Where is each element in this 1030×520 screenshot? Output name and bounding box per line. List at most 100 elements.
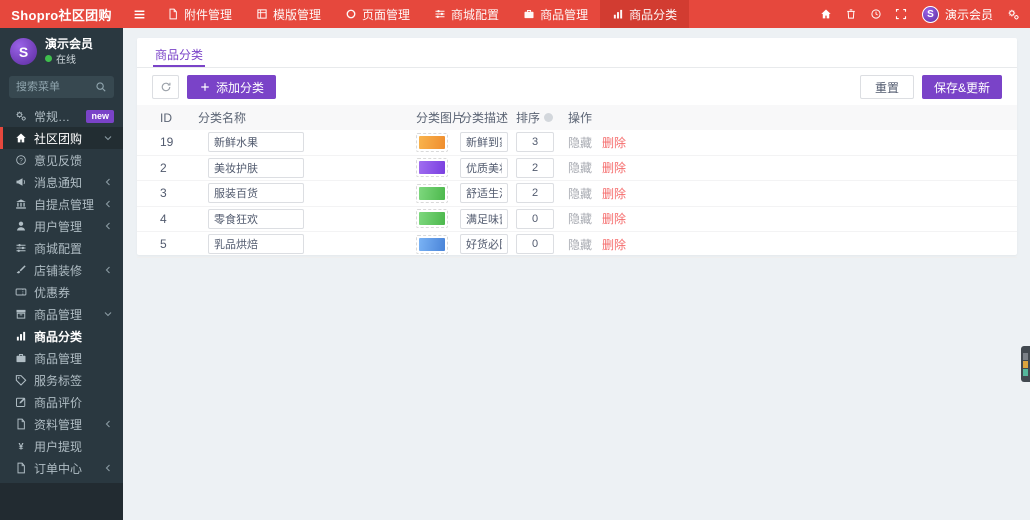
menu-search-input[interactable] <box>16 81 91 93</box>
id-cell: 4 <box>160 211 167 226</box>
settings-button[interactable] <box>1001 0 1026 28</box>
sidebar-item-goods-manage[interactable]: 商品管理 <box>0 347 123 369</box>
sidebar-item-service-tags[interactable]: 服务标签 <box>0 369 123 391</box>
category-image-thumb[interactable] <box>416 132 448 152</box>
delete-link[interactable]: 删除 <box>602 236 626 253</box>
category-name-input[interactable] <box>208 157 304 178</box>
sidebar-item-coupons[interactable]: 优惠券 <box>0 281 123 303</box>
sliders-icon <box>15 242 27 254</box>
delete-link[interactable]: 删除 <box>602 159 626 176</box>
sidebar-item-label: 店铺装修 <box>34 263 83 278</box>
id-cell: 5 <box>160 237 167 252</box>
chevron-left-icon <box>102 264 114 276</box>
sidebar-item-goods[interactable]: 商品管理 <box>0 303 123 325</box>
topnav-label: 页面管理 <box>362 7 411 22</box>
hide-link[interactable]: 隐藏 <box>568 185 592 202</box>
sidebar-item-users[interactable]: 用户管理 <box>0 215 123 237</box>
sidebar-item-goods-review[interactable]: 商品评价 <box>0 391 123 413</box>
new-badge: new <box>86 109 114 123</box>
sort-input[interactable] <box>516 234 554 255</box>
recycle-button[interactable] <box>839 0 864 28</box>
chart-icon <box>612 8 624 20</box>
plus-icon <box>199 81 211 93</box>
sort-input[interactable] <box>516 183 554 204</box>
topnav-label: 商品管理 <box>540 7 589 22</box>
home-button[interactable] <box>814 0 839 28</box>
column-header: 排序 <box>516 109 568 126</box>
table-row: 4 隐藏删除 <box>137 207 1017 232</box>
sidebar-item-withdraw[interactable]: ¥ 用户提现 <box>0 435 123 457</box>
avatar: S <box>10 38 37 65</box>
topbar-user-menu[interactable]: S 演示会员 <box>914 0 1001 28</box>
table-row: 3 隐藏删除 <box>137 181 1017 207</box>
sidebar-item-label: 商城配置 <box>34 241 83 256</box>
sidebar-item-feedback[interactable]: ? 意见反馈 <box>0 149 123 171</box>
fullscreen-button[interactable] <box>889 0 914 28</box>
hide-link[interactable]: 隐藏 <box>568 159 592 176</box>
category-name-input[interactable] <box>208 132 304 153</box>
chevron-left-icon <box>102 220 114 232</box>
sidebar-item-label: 自提点管理 <box>34 197 95 212</box>
category-desc-input[interactable] <box>460 183 508 204</box>
sidebar-item-pickup-points[interactable]: 自提点管理 <box>0 193 123 215</box>
category-desc-input[interactable] <box>460 208 508 229</box>
tab-goods-category[interactable]: 商品分类 <box>153 38 206 67</box>
topnav-goods-manage[interactable]: 商品管理 <box>511 0 600 28</box>
box-icon <box>15 308 27 320</box>
hide-link[interactable]: 隐藏 <box>568 134 592 151</box>
sidebar-item-general[interactable]: 常规管理 new <box>0 105 123 127</box>
category-image-thumb[interactable] <box>416 234 448 254</box>
category-desc-input[interactable] <box>460 132 508 153</box>
sort-input[interactable] <box>516 208 554 229</box>
sidebar-item-notifications[interactable]: 消息通知 <box>0 171 123 193</box>
sort-input[interactable] <box>516 132 554 153</box>
sidebar-item-goods-category[interactable]: 商品分类 <box>0 325 123 347</box>
topbar-user-name: 演示会员 <box>944 7 993 22</box>
category-desc-input[interactable] <box>460 234 508 255</box>
theme-picker-handle[interactable] <box>1021 346 1030 382</box>
search-icon <box>95 81 107 93</box>
sidebar-item-community[interactable]: 社区团购 <box>0 127 123 149</box>
sidebar-item-label: 商品管理 <box>34 307 83 322</box>
category-image-thumb[interactable] <box>416 183 448 203</box>
topnav-pages[interactable]: 页面管理 <box>333 0 422 28</box>
hide-link[interactable]: 隐藏 <box>568 236 592 253</box>
cogs-icon <box>15 110 27 122</box>
history-button[interactable] <box>864 0 889 28</box>
cube-icon <box>256 8 268 20</box>
sidebar-item-data-manage[interactable]: 资料管理 <box>0 413 123 435</box>
hide-link[interactable]: 隐藏 <box>568 210 592 227</box>
app-logo[interactable]: Shopro社区团购 <box>0 0 123 28</box>
save-update-button[interactable]: 保存&更新 <box>921 75 1002 99</box>
delete-link[interactable]: 删除 <box>602 210 626 227</box>
category-image-thumb[interactable] <box>416 209 448 229</box>
sort-input[interactable] <box>516 157 554 178</box>
table-row: 2 隐藏删除 <box>137 156 1017 181</box>
home-icon <box>15 132 27 144</box>
sidebar-item-label: 商品管理 <box>34 351 83 366</box>
topnav-mall-config[interactable]: 商城配置 <box>422 0 511 28</box>
reset-button[interactable]: 重置 <box>859 75 914 99</box>
delete-link[interactable]: 删除 <box>602 185 626 202</box>
trash-icon <box>845 8 857 20</box>
category-image-thumb[interactable] <box>416 158 448 178</box>
sidebar-item-mall-config[interactable]: 商城配置 <box>0 237 123 259</box>
sidebar-item-shop-decor[interactable]: 店铺装修 <box>0 259 123 281</box>
sidebar-item-orders[interactable]: 订单中心 <box>0 457 123 479</box>
briefcase-icon <box>523 8 535 20</box>
topnav-templates[interactable]: 模版管理 <box>244 0 333 28</box>
edit-icon <box>15 396 27 408</box>
topnav-attachments[interactable]: 附件管理 <box>155 0 244 28</box>
category-name-input[interactable] <box>208 208 304 229</box>
add-category-button[interactable]: 添加分类 <box>187 75 277 99</box>
category-desc-input[interactable] <box>460 157 508 178</box>
delete-link[interactable]: 删除 <box>602 134 626 151</box>
category-name-input[interactable] <box>208 234 304 255</box>
table-header: ID 分类名称 分类图片 分类描述 排序 操作 <box>137 105 1017 130</box>
sidebar-item-label: 用户提现 <box>34 439 83 454</box>
refresh-button[interactable] <box>152 75 179 99</box>
topbar-tools <box>814 0 914 28</box>
sidebar-toggle-button[interactable] <box>123 0 155 28</box>
category-name-input[interactable] <box>208 183 304 204</box>
topnav-goods-category[interactable]: 商品分类 <box>600 0 690 28</box>
